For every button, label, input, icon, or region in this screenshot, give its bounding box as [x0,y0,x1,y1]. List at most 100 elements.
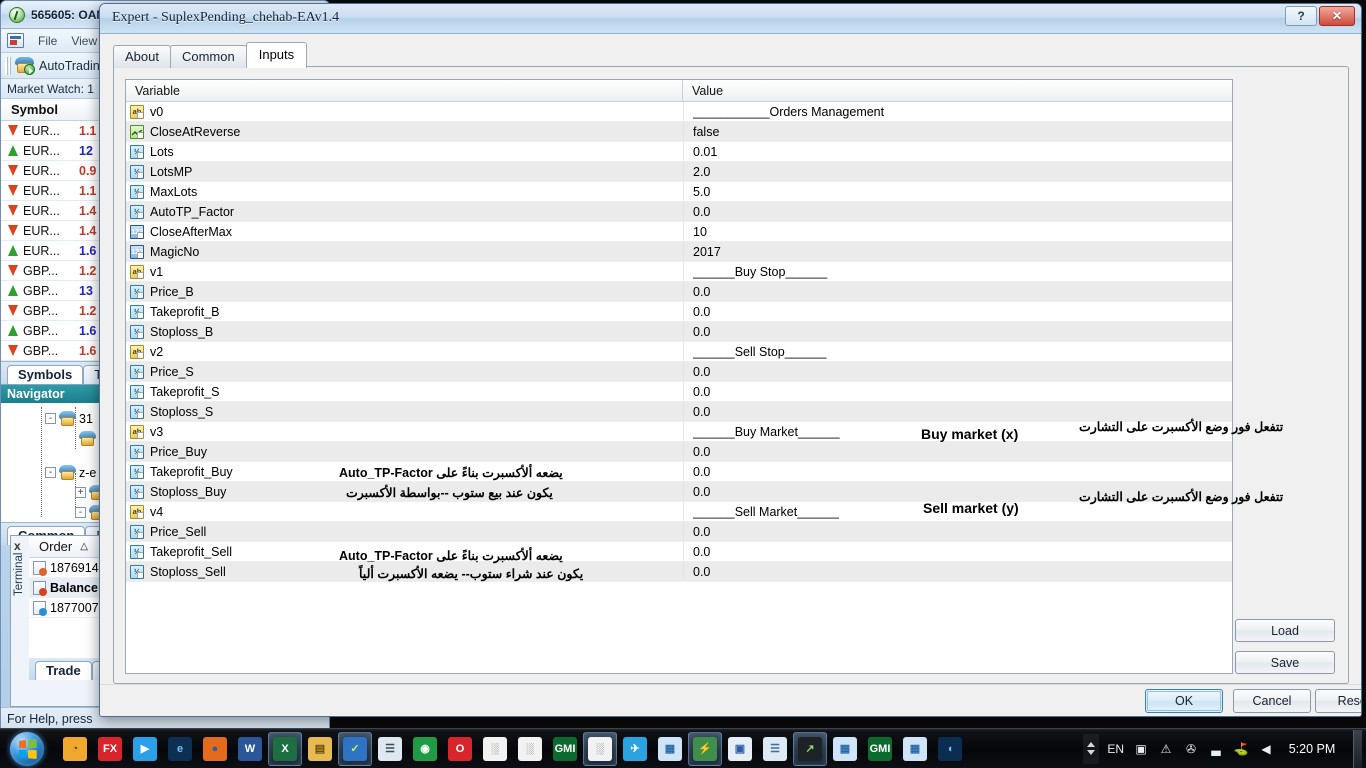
taskbar-orb-blue-icon[interactable]: ◖ [933,732,967,766]
variable-cell[interactable]: ab v3 [126,422,683,441]
taskbar-mt4-d-icon[interactable]: ▦ [653,732,687,766]
terminal-vertical-tab[interactable]: Terminal [13,553,25,596]
taskbar-telegram-icon[interactable]: ✈ [618,732,652,766]
cancel-button[interactable]: Cancel [1233,689,1311,713]
terminal-tab-trade[interactable]: Trade [35,661,92,680]
clock[interactable]: 5:20 PM [1283,742,1341,756]
tab-inputs[interactable]: Inputs [245,42,308,68]
taskbar-excel-icon[interactable]: X [268,731,302,766]
value-cell[interactable]: 0.0 [683,202,1232,221]
value-cell[interactable]: 0.0 [683,322,1232,341]
value-cell[interactable]: 10 [683,222,1232,241]
taskbar-checkmark-icon[interactable]: ✓ [338,731,372,766]
tree-toggle-icon[interactable]: - [45,467,56,478]
variable-cell[interactable]: CloseAtReverse [126,122,683,141]
help-button[interactable]: ? [1285,6,1317,26]
grid-row[interactable]: ½ Stoploss_S 0.0 [126,402,1232,422]
variable-cell[interactable]: ab v4 [126,502,683,521]
scroll-arrows[interactable] [1083,733,1100,764]
value-cell[interactable]: 0.01 [683,142,1232,161]
show-desktop-button[interactable] [1353,729,1362,768]
taskbar-gmi-icon[interactable]: GMI [548,732,582,766]
toolbar-grip[interactable] [5,56,11,75]
grid-row[interactable]: 123 MagicNo 2017 [126,242,1232,262]
grid-row[interactable]: ab v2 ______Sell Stop______ [126,342,1232,362]
save-button[interactable]: Save [1235,651,1335,674]
variable-cell[interactable]: ½ Price_Sell [126,522,683,541]
grid-row[interactable]: ½ Takeprofit_B 0.0 [126,302,1232,322]
tree-toggle-icon[interactable]: - [75,507,86,518]
value-cell[interactable]: 0.0 [683,362,1232,381]
tab-common[interactable]: Common [169,45,247,68]
tree-toggle-icon[interactable]: + [75,487,86,498]
variable-cell[interactable]: ab v0 [126,102,683,121]
grid-row[interactable]: ½ Takeprofit_S 0.0 [126,382,1232,402]
grid-row[interactable]: ab v1 ______Buy Stop______ [126,262,1232,282]
windows-taskbar[interactable]: ◔ FX ▶ e ● W X ▤ ✓ ☰ ◉ O ░ ░ GMI ░ ✈ ▦ ⚡ ▣ ☰ ↗ ▦ GMI ▦ ◖ EN ▣ ⚠ ✇ ▃ ⛳… [0,728,1366,768]
taskbar-items[interactable]: ◔ FX ▶ e ● W X ▤ ✓ ☰ ◉ O ░ ░ GMI ░ ✈ ▦ ⚡ ▣ ☰ ↗ ▦ GMI ▦ ◖ [58,731,967,766]
market-watch-tab-symbols[interactable]: Symbols [7,365,84,384]
taskbar-mt4-c-icon[interactable]: ░ [583,731,617,766]
start-button[interactable] [2,730,52,768]
grid-row[interactable]: ½ Stoploss_B 0.0 [126,322,1232,342]
tree-toggle-icon[interactable]: - [45,413,56,424]
side-button-group[interactable]: Load Save [1235,619,1335,683]
variable-cell[interactable]: ½ Takeprofit_S [126,382,683,401]
variable-cell[interactable]: ab v2 [126,342,683,361]
action-center-icon[interactable]: ⚠ [1157,741,1175,757]
dialog-tabstrip[interactable]: About Common Inputs [113,42,308,68]
tab-about[interactable]: About [113,45,171,68]
variable-cell[interactable]: ab v1 [126,262,683,281]
value-cell[interactable]: ___________Orders Management [683,102,1232,121]
value-cell[interactable]: ______Sell Stop______ [683,342,1232,361]
taskbar-media-player-icon[interactable]: ▶ [128,732,162,766]
variable-cell[interactable]: ½ Stoploss_B [126,322,683,341]
grid-row[interactable]: ½ Stoploss_Sell 0.0 [126,562,1232,582]
taskbar-mt4-b-icon[interactable]: ░ [513,732,547,766]
taskbar-internet-explorer-icon[interactable]: e [163,732,197,766]
variable-cell[interactable]: ½ AutoTP_Factor [126,202,683,221]
value-cell[interactable]: false [683,122,1232,141]
taskbar-calendar-icon[interactable]: ▣ [723,732,757,766]
dialog-titlebar[interactable]: Expert - SuplexPending_chehab-EAv1.4 ? ✕ [100,4,1361,34]
value-cell[interactable]: 0.0 [683,462,1232,481]
expert-properties-dialog[interactable]: Expert - SuplexPending_chehab-EAv1.4 ? ✕… [99,3,1362,717]
navigator-tree-node[interactable]: - 31 [45,411,93,426]
grid-row[interactable]: ½ Price_Sell 0.0 [126,522,1232,542]
language-indicator[interactable]: EN [1107,742,1124,756]
taskbar-explorer-icon[interactable]: ▤ [303,732,337,766]
network-error-icon[interactable]: ⛳ [1232,741,1250,757]
ok-button[interactable]: OK [1145,689,1223,713]
taskbar-doc-icon[interactable]: ☰ [758,732,792,766]
taskbar-mt4-a-icon[interactable]: ░ [478,732,512,766]
variable-cell[interactable]: ½ MaxLots [126,182,683,201]
grid-row[interactable]: ½ Lots 0.01 [126,142,1232,162]
signal-bars-icon[interactable]: ▃ [1207,741,1225,757]
grid-row[interactable]: ½ Price_B 0.0 [126,282,1232,302]
grid-row[interactable]: ab v4 ______Sell Market______ [126,502,1232,522]
inputs-grid[interactable]: Variable Value ab v0 ___________Orders Man… [125,79,1233,674]
taskbar-plug-icon[interactable]: ⚡ [688,731,722,766]
grid-row[interactable]: ½ MaxLots 5.0 [126,182,1232,202]
network-monitor-icon[interactable]: ▣ [1132,741,1150,757]
taskbar-chart-dark-icon[interactable]: ↗ [793,731,827,766]
grid-row[interactable]: ½ Price_Buy 0.0 [126,442,1232,462]
variable-cell[interactable]: ½ Price_B [126,282,683,301]
menu-item-view[interactable]: View [71,34,97,48]
grid-row[interactable]: ½ Price_S 0.0 [126,362,1232,382]
variable-cell[interactable]: ½ LotsMP [126,162,683,181]
grid-row[interactable]: ab v3 ______Buy Market______ [126,422,1232,442]
value-cell[interactable]: 0.0 [683,542,1232,561]
grid-row[interactable]: 123 CloseAfterMax 10 [126,222,1232,242]
taskbar-fxpro-amber-icon[interactable]: ◔ [58,732,92,766]
volume-icon[interactable]: ◀ [1257,741,1275,757]
taskbar-opera-icon[interactable]: O [443,732,477,766]
variable-cell[interactable]: ½ Price_Buy [126,442,683,461]
taskbar-gmi-2-icon[interactable]: GMI [863,732,897,766]
grid-row[interactable]: ½ AutoTP_Factor 0.0 [126,202,1232,222]
grid-row[interactable]: CloseAtReverse false [126,122,1232,142]
taskbar-word-icon[interactable]: W [233,732,267,766]
variable-cell[interactable]: 123 CloseAfterMax [126,222,683,241]
value-cell[interactable]: 2.0 [683,162,1232,181]
grid-row[interactable]: ½ Takeprofit_Buy 0.0 [126,462,1232,482]
